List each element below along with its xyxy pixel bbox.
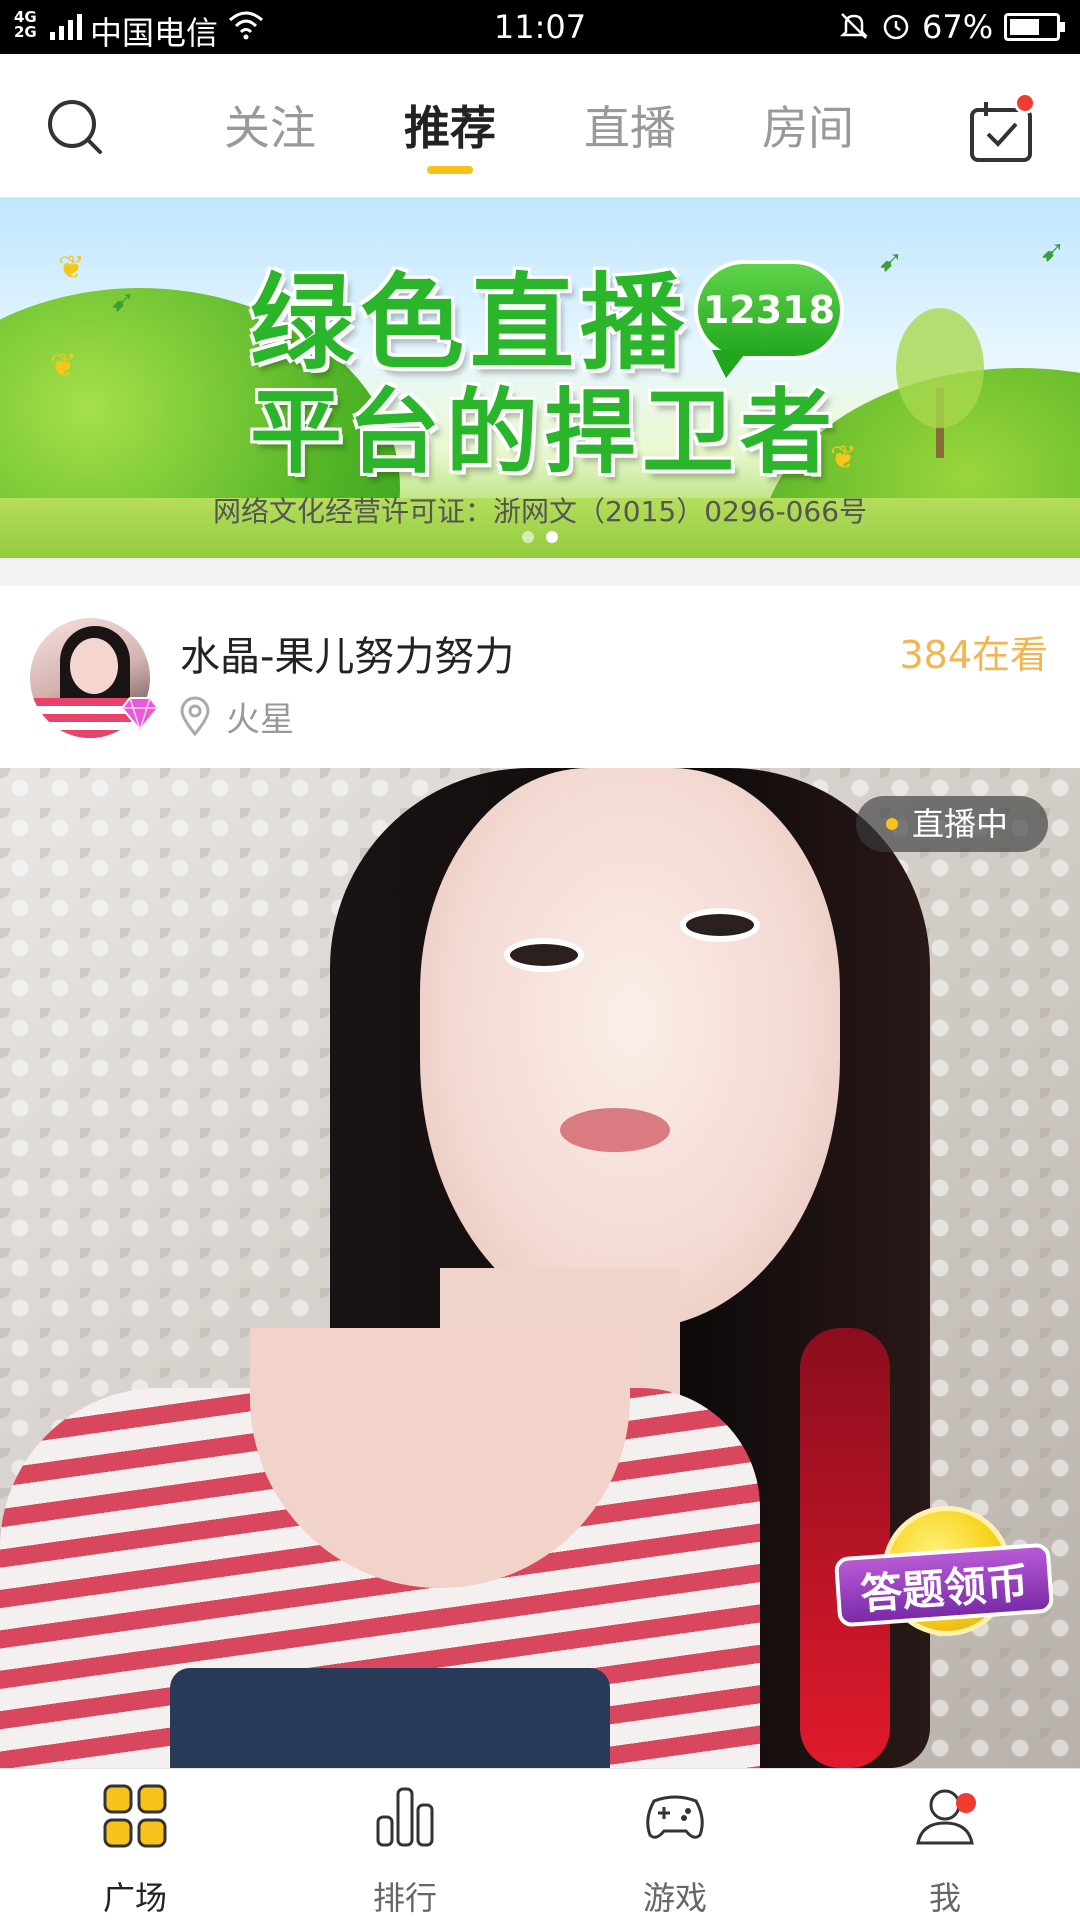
tree-illustration: [896, 308, 984, 458]
clock: 11:07: [493, 8, 587, 46]
banner-title-line2: 平台的捍卫者: [250, 379, 839, 486]
status-bar: 4G 2G 中国电信 11:07 67%: [0, 0, 1080, 54]
hotline-badge: 12318: [694, 260, 844, 378]
tab-follow[interactable]: 关注: [200, 92, 340, 158]
nav-label: 排行: [372, 1879, 437, 1917]
pagination-dot-active: [546, 531, 558, 543]
nav-ranking[interactable]: 排行: [270, 1769, 540, 1920]
quiz-reward-button[interactable]: 答题领币: [832, 1506, 1056, 1650]
nav-label: 广场: [102, 1879, 167, 1917]
bar-chart-icon: [376, 1787, 434, 1847]
search-icon[interactable]: [40, 92, 110, 162]
nav-games[interactable]: 游戏: [540, 1769, 810, 1920]
streamer-name[interactable]: 水晶-果儿努力努力: [180, 624, 514, 682]
gem-icon: [120, 697, 160, 732]
promo-banner[interactable]: ❦ ❦ ❦ ➹ ➹ ➹ 绿色直播 平台的捍卫者 12318 网络文化经营许可证：…: [0, 198, 1080, 558]
banner-pagination: [0, 528, 1080, 547]
nav-label: 游戏: [642, 1879, 707, 1917]
gamepad-icon: [646, 1795, 704, 1839]
butterfly-icon: ❦: [50, 346, 77, 384]
live-card-header[interactable]: 水晶-果儿努力努力 火星 384在看: [0, 586, 1080, 768]
live-status-badge: 直播中: [856, 796, 1048, 852]
pagination-dot: [522, 531, 534, 543]
active-tab-indicator: [427, 166, 473, 174]
top-nav: 关注 推荐 直播 房间: [0, 54, 1080, 198]
nav-plaza[interactable]: 广场: [0, 1769, 270, 1920]
app-screen: 4G 2G 中国电信 11:07 67% 关注 推荐 直播 房间 ❦ ❦ ❦ ➹…: [0, 0, 1080, 1920]
battery-percent: 67%: [922, 8, 994, 46]
tab-live[interactable]: 直播: [560, 92, 700, 158]
location-pin-icon: [180, 696, 210, 736]
bird-icon: ➹: [1040, 234, 1066, 269]
square-grid-icon: [103, 1784, 167, 1848]
viewer-count: 384在看: [899, 633, 1048, 677]
butterfly-icon: ❦: [58, 248, 85, 286]
notification-dot: [1014, 92, 1036, 114]
live-dot: [886, 818, 898, 830]
tab-recommend[interactable]: 推荐: [380, 92, 520, 174]
tab-rooms[interactable]: 房间: [738, 92, 878, 158]
profile-notification-dot: [956, 1793, 976, 1813]
battery-icon: [1004, 13, 1065, 41]
quiz-reward-label: 答题领币: [833, 1542, 1055, 1628]
mute-bell-icon: [839, 13, 869, 39]
location-text: 火星: [226, 700, 294, 740]
bottom-nav: 广场 排行 游戏 我: [0, 1768, 1080, 1920]
bird-icon: ➹: [110, 284, 136, 319]
nav-label: 我: [928, 1879, 961, 1917]
alarm-icon: [883, 14, 909, 40]
nav-me[interactable]: 我: [810, 1769, 1080, 1920]
banner-license: 网络文化经营许可证：浙网文（2015）0296-066号: [212, 495, 868, 528]
bird-icon: ➹: [878, 244, 904, 279]
